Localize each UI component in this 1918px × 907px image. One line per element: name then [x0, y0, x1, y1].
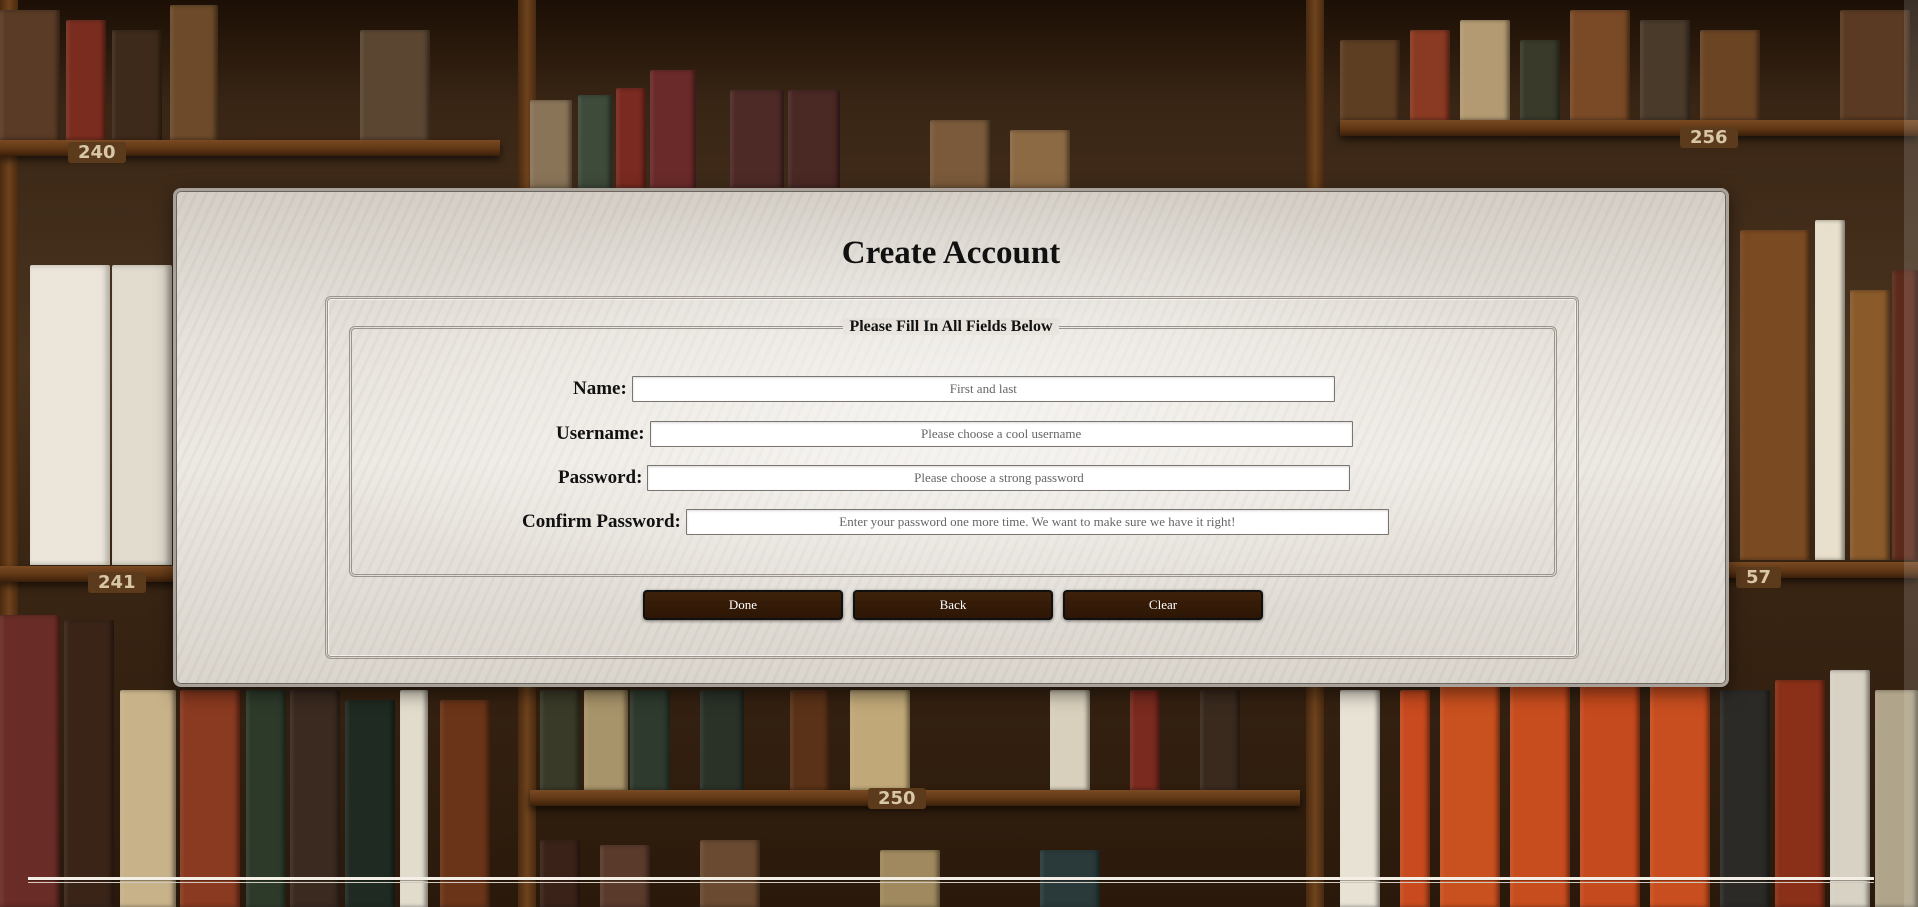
name-input[interactable]: [631, 376, 1335, 402]
form-legend: Please Fill In All Fields Below: [176, 318, 1726, 336]
shelf-number: 256: [1680, 127, 1738, 148]
form-fieldset: [349, 326, 1557, 577]
form-legend-text: Please Fill In All Fields Below: [843, 318, 1059, 335]
name-label: Name:: [573, 378, 627, 399]
confirm-password-row: Confirm Password:: [522, 509, 1389, 535]
name-row: Name:: [573, 376, 1335, 402]
confirm-password-input[interactable]: [685, 509, 1389, 535]
create-account-panel: Create Account Please Fill In All Fields…: [173, 188, 1729, 687]
clear-button[interactable]: Clear: [1063, 590, 1263, 620]
shelf-number: 250: [868, 788, 926, 809]
username-label: Username:: [556, 423, 645, 444]
footer-divider: [28, 877, 1874, 880]
username-input[interactable]: [649, 421, 1353, 447]
shelf-number: 240: [68, 142, 126, 163]
footer-divider: [28, 882, 1874, 883]
back-button[interactable]: Back: [853, 590, 1053, 620]
page-scrollbar[interactable]: [1904, 0, 1918, 907]
page-title: Create Account: [841, 235, 1061, 271]
shelf-number: 241: [88, 572, 146, 593]
done-button[interactable]: Done: [643, 590, 843, 620]
username-row: Username:: [556, 421, 1353, 447]
password-label: Password:: [558, 467, 643, 488]
confirm-password-label: Confirm Password:: [522, 511, 681, 532]
password-input[interactable]: [647, 465, 1351, 491]
password-row: Password:: [558, 465, 1351, 491]
shelf-number: 57: [1736, 567, 1782, 588]
